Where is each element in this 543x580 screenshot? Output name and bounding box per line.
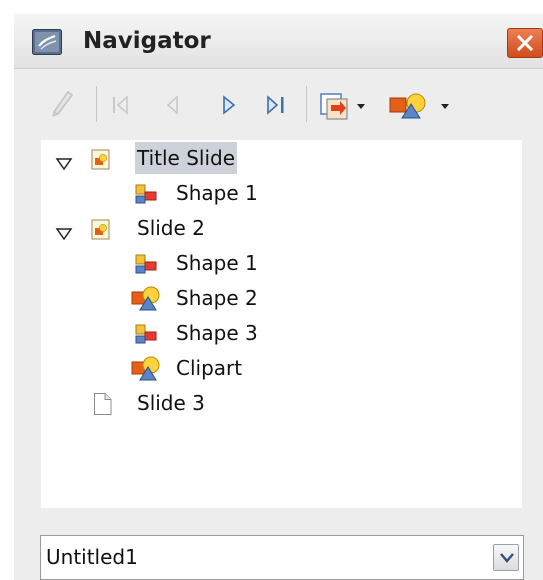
first-slide-icon bbox=[110, 94, 132, 120]
edit-icon bbox=[48, 86, 76, 122]
tree-item-label: Shape 1 bbox=[176, 251, 258, 275]
tree-item-label: Slide 3 bbox=[137, 391, 205, 415]
blank-page-icon bbox=[93, 392, 113, 425]
close-button[interactable] bbox=[507, 28, 543, 58]
basic-shape-icon bbox=[134, 252, 158, 284]
slide-icon bbox=[91, 218, 111, 250]
tree-item-label: Slide 2 bbox=[137, 216, 205, 240]
tree-item-label: Shape 2 bbox=[176, 286, 258, 310]
expand-arrow-icon[interactable] bbox=[55, 219, 73, 251]
basic-shape-icon bbox=[134, 322, 158, 354]
object-shape-icon bbox=[131, 355, 161, 390]
tree-item-label: Shape 1 bbox=[176, 181, 258, 205]
dropdown-button[interactable] bbox=[493, 544, 519, 571]
basic-shape-icon bbox=[134, 182, 158, 214]
navigator-app-icon bbox=[32, 29, 62, 59]
title-bar[interactable]: Navigator bbox=[14, 14, 543, 69]
document-select-value: Untitled1 bbox=[46, 545, 138, 569]
tree-item-label: Clipart bbox=[176, 356, 243, 380]
expand-arrow-icon[interactable] bbox=[55, 149, 73, 181]
navigator-tree[interactable]: Title Slide Shape 1 Slide 2 Shape 1 Shap… bbox=[41, 140, 522, 508]
close-icon bbox=[517, 35, 533, 51]
window-title: Navigator bbox=[83, 28, 211, 54]
last-slide-icon[interactable] bbox=[264, 94, 290, 120]
toolbar-separator bbox=[306, 86, 307, 122]
previous-slide-icon bbox=[162, 94, 184, 120]
toolbar-separator bbox=[96, 86, 97, 122]
document-select[interactable]: Untitled1 bbox=[40, 535, 524, 580]
tree-item-label: Title Slide bbox=[135, 142, 238, 174]
drag-mode-icon[interactable] bbox=[318, 90, 368, 124]
slide-icon bbox=[91, 148, 111, 180]
navigator-panel: Navigator Title Slide Shape 1 Slide 2 Sh… bbox=[14, 14, 543, 580]
object-shape-icon bbox=[131, 285, 161, 320]
tree-item-label: Shape 3 bbox=[176, 321, 258, 345]
chevron-down-icon bbox=[500, 553, 514, 563]
next-slide-icon[interactable] bbox=[218, 94, 240, 120]
shapes-icon[interactable] bbox=[388, 90, 452, 124]
